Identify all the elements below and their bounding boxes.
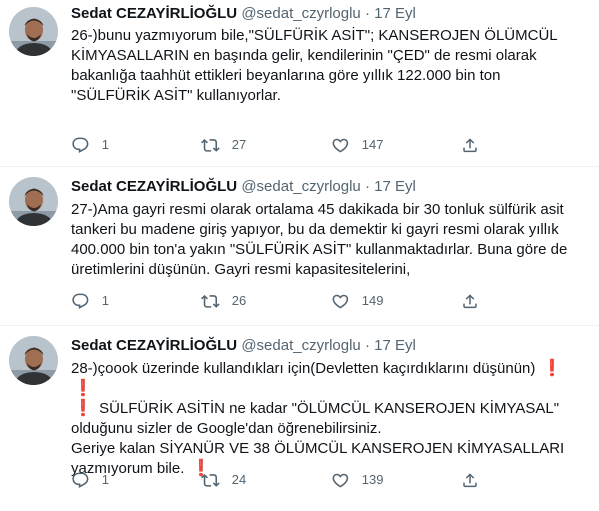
tweet-actions: 1 27 147 — [71, 136, 491, 155]
tweet-text-line: 28-)çoook üzerinde kullandıkları için(De… — [71, 360, 536, 377]
avatar-photo — [9, 7, 58, 56]
reply-icon — [72, 137, 89, 153]
retweet-button[interactable]: 27 — [201, 136, 331, 155]
tweet-header: Sedat CEZAYİRLİOĞLU @sedat_czyrloglu · 1… — [71, 336, 589, 356]
tweet[interactable]: Sedat CEZAYİRLİOĞLU @sedat_czyrloglu · 1… — [0, 326, 599, 511]
heart-icon — [332, 294, 349, 309]
separator-dot: · — [364, 337, 370, 354]
avatar-photo — [9, 336, 58, 385]
red-exclamation-emoji: ❗ — [71, 400, 95, 417]
tweet-text-line: 26-)bunu yazmıyorum bile,"SÜLFÜRİK ASİT"… — [71, 27, 558, 44]
reply-count: 1 — [101, 472, 109, 488]
tweet-date[interactable]: 17 Eyl — [374, 5, 416, 22]
share-icon — [463, 473, 477, 488]
like-count: 147 — [361, 137, 384, 153]
tweet-text-line: bakanlığa taahhüt ettikleri beyanlarına … — [71, 67, 501, 84]
share-button[interactable] — [461, 136, 491, 155]
author-handle[interactable]: @sedat_czyrloglu — [241, 337, 360, 354]
like-button[interactable]: 147 — [331, 136, 461, 155]
share-icon — [463, 138, 477, 153]
tweet-text-line: 27-)Ama gayri resmi olarak ortalama 45 d… — [71, 201, 564, 218]
like-count: 149 — [361, 293, 384, 309]
tweet-text-line: "SÜLFÜRİK ASİT" kullanıyorlar. — [71, 87, 281, 104]
tweet-text-line: SÜLFÜRİK ASİTİN ne kadar "ÖLÜMCÜL KANSER… — [94, 400, 560, 417]
separator-dot: · — [364, 5, 370, 22]
avatar-photo — [9, 177, 58, 226]
avatar[interactable] — [9, 336, 58, 385]
reply-count: 1 — [101, 293, 109, 309]
tweet-text-line: Geriye kalan SİYANÜR VE 38 ÖLÜMCÜL KANSE… — [71, 440, 565, 457]
tweet-text-line: tankeri bu madene giriş yapıyor, bu da d… — [71, 221, 559, 238]
red-exclamation-emoji: ❗ — [540, 360, 563, 377]
reply-icon — [72, 293, 89, 309]
retweet-count: 24 — [231, 472, 247, 488]
retweet-button[interactable]: 26 — [201, 292, 331, 311]
retweet-count: 26 — [231, 293, 247, 309]
tweet-text: 26-)bunu yazmıyorum bile,"SÜLFÜRİK ASİT"… — [71, 26, 587, 106]
tweet-text-line: KİMYASALLARIN en başında gelir, kendiler… — [71, 47, 537, 64]
share-icon — [463, 294, 477, 309]
tweet-text-line: olduğunu sizler de Google'dan öğrenebili… — [71, 420, 382, 437]
author-handle[interactable]: @sedat_czyrloglu — [241, 178, 360, 195]
reply-icon — [72, 472, 89, 488]
tweet-text-line: 400.000 bin ton'a yakın "SÜLFÜRİK ASİT" … — [71, 241, 568, 258]
author-name[interactable]: Sedat CEZAYİRLİOĞLU — [71, 5, 237, 22]
separator-dot: · — [364, 178, 370, 195]
author-name[interactable]: Sedat CEZAYİRLİOĞLU — [71, 178, 237, 195]
tweet-actions: 1 26 149 — [71, 292, 491, 311]
tweet[interactable]: Sedat CEZAYİRLİOĞLU @sedat_czyrloglu · 1… — [0, 0, 599, 167]
tweet-actions: 1 24 139 — [71, 471, 491, 490]
like-button[interactable]: 139 — [331, 471, 461, 490]
share-button[interactable] — [461, 292, 491, 311]
heart-icon — [332, 138, 349, 153]
tweet-date[interactable]: 17 Eyl — [374, 337, 416, 354]
retweet-count: 27 — [231, 137, 247, 153]
reply-button[interactable]: 1 — [71, 136, 201, 155]
tweet-date[interactable]: 17 Eyl — [374, 178, 416, 195]
retweet-icon — [201, 139, 220, 152]
tweet-header: Sedat CEZAYİRLİOĞLU @sedat_czyrloglu · 1… — [71, 4, 589, 24]
avatar[interactable] — [9, 7, 58, 56]
retweet-icon — [201, 295, 220, 308]
author-name[interactable]: Sedat CEZAYİRLİOĞLU — [71, 337, 237, 354]
tweet[interactable]: Sedat CEZAYİRLİOĞLU @sedat_czyrloglu · 1… — [0, 167, 599, 326]
retweet-icon — [201, 474, 220, 487]
tweet-thread: Sedat CEZAYİRLİOĞLU @sedat_czyrloglu · 1… — [0, 0, 599, 511]
avatar[interactable] — [9, 177, 58, 226]
share-button[interactable] — [461, 471, 491, 490]
reply-button[interactable]: 1 — [71, 292, 201, 311]
like-button[interactable]: 149 — [331, 292, 461, 311]
tweet-text-line: üretimlerini düşünün. Gayri resmi kapasi… — [71, 261, 411, 278]
tweet-header: Sedat CEZAYİRLİOĞLU @sedat_czyrloglu · 1… — [71, 177, 589, 197]
tweet-text: 28-)çoook üzerinde kullandıkları için(De… — [71, 359, 587, 479]
reply-count: 1 — [101, 137, 109, 153]
retweet-button[interactable]: 24 — [201, 471, 331, 490]
like-count: 139 — [361, 472, 384, 488]
author-handle[interactable]: @sedat_czyrloglu — [241, 5, 360, 22]
heart-icon — [332, 473, 349, 488]
red-exclamation-emoji: ❗ — [71, 380, 95, 397]
reply-button[interactable]: 1 — [71, 471, 201, 490]
tweet-text: 27-)Ama gayri resmi olarak ortalama 45 d… — [71, 200, 587, 280]
